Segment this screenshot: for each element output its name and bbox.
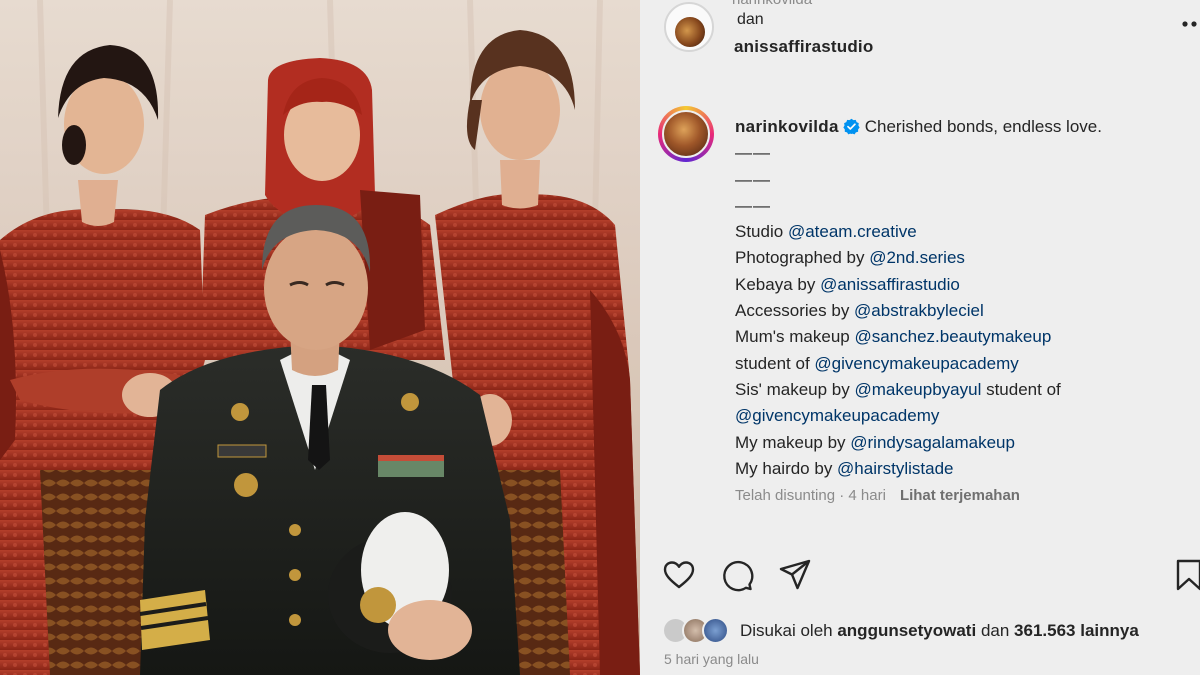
likes-prefix: Disukai oleh (740, 621, 833, 640)
collab-account-link[interactable]: anissaffirastudio (734, 37, 873, 57)
credit-label: Photographed by (735, 248, 870, 268)
mention-link[interactable]: @abstrakbyleciel (854, 301, 984, 320)
family-portrait-image (0, 0, 640, 675)
liker-avatar (702, 617, 729, 644)
credit-line-sis-makeup: Sis' makeup by @makeupbyayul student of (735, 377, 1195, 403)
credit-label: My makeup by (735, 432, 851, 452)
partial-author-line: narinkovilda (732, 0, 812, 8)
mention-link[interactable]: @makeupbyayul (854, 380, 981, 399)
mention-link[interactable]: @rindysagalamakeup (850, 433, 1015, 452)
caption-dash-line: —— (735, 195, 771, 215)
mention-link[interactable]: @givencymakeupacademy (735, 406, 939, 425)
caption-first-line: narinkovilda Cherished bonds, endless lov… (735, 114, 1195, 140)
send-icon[interactable] (778, 558, 812, 592)
comment-icon[interactable] (720, 558, 754, 592)
credit-label: Sis' makeup by (735, 379, 855, 399)
mention-link[interactable]: @givencymakeupacademy (814, 354, 1018, 373)
credit-line-accessories: Accessories by @abstrakbyleciel (735, 298, 1195, 324)
caption-meta: Telah disunting · 4 hari Lihat terjemahan (735, 487, 1020, 504)
likes-text: Disukai oleh anggunsetyowati dan 361.563… (740, 621, 1139, 641)
credit-line-kebaya: Kebaya by @anissaffirastudio (735, 272, 1195, 298)
likes-row[interactable]: Disukai oleh anggunsetyowati dan 361.563… (662, 616, 1200, 646)
see-translation-link[interactable]: Lihat terjemahan (900, 487, 1020, 504)
credit-line-mum-makeup: Mum's makeup @sanchez.beautymakeup (735, 324, 1195, 350)
credit-label: Studio (735, 222, 788, 242)
credit-line-hairdo: My hairdo by @hairstylistade (735, 456, 1195, 482)
mention-link[interactable]: @2nd.series (869, 248, 965, 267)
more-icon[interactable] (1170, 6, 1200, 36)
liker-avatars (662, 617, 740, 645)
heart-icon[interactable] (662, 558, 696, 592)
instagram-post-panel: narinkovilda dan anissaffirastudio narin… (640, 0, 1200, 675)
edited-timestamp: Telah disunting · 4 hari (735, 487, 886, 504)
credit-label: Kebaya by (735, 274, 821, 294)
credit-line-student: student of @givencymakeupacademy (735, 351, 1195, 377)
credit-suffix: student of (981, 379, 1061, 399)
post-caption: narinkovilda Cherished bonds, endless lov… (735, 114, 1195, 482)
credit-line-photographer: Photographed by @2nd.series (735, 245, 1195, 271)
mention-link[interactable]: @anissaffirastudio (820, 275, 960, 294)
credit-label: Accessories by (735, 301, 855, 321)
liker-username-link[interactable]: anggunsetyowati (837, 621, 976, 640)
credit-line-studio: Studio @ateam.creative (735, 219, 1195, 245)
caption-headline: Cherished bonds, endless love. (864, 117, 1102, 136)
post-photo[interactable] (0, 0, 640, 675)
bookmark-icon[interactable] (1172, 558, 1200, 592)
mention-link[interactable]: @hairstylistade (837, 459, 953, 478)
credit-label: student of (735, 353, 815, 373)
post-timestamp: 5 hari yang lalu (664, 651, 759, 667)
mention-link[interactable]: @ateam.creative (788, 222, 917, 241)
verified-badge-icon (843, 118, 860, 135)
caption-dash-line: —— (735, 169, 771, 189)
avatar-image (673, 15, 707, 49)
credit-line-my-makeup: My makeup by @rindysagalamakeup (735, 430, 1195, 456)
collab-avatar[interactable] (664, 2, 714, 52)
caption-dash-line: —— (735, 143, 771, 163)
post-action-bar (662, 558, 1200, 594)
credit-label: Mum's makeup (735, 327, 855, 347)
collab-joiner: dan (737, 11, 764, 28)
mention-link[interactable]: @sanchez.beautymakeup (854, 327, 1051, 346)
credit-label: My hairdo by (735, 458, 838, 478)
likes-suffix[interactable]: lainnya (1080, 621, 1139, 640)
author-avatar-image (662, 110, 710, 158)
likes-count[interactable]: 361.563 (1014, 621, 1075, 640)
author-username-link[interactable]: narinkovilda (735, 117, 839, 136)
credit-line-academy: @givencymakeupacademy (735, 403, 1195, 429)
likes-joiner: dan (980, 621, 1010, 640)
author-avatar[interactable] (658, 106, 714, 162)
